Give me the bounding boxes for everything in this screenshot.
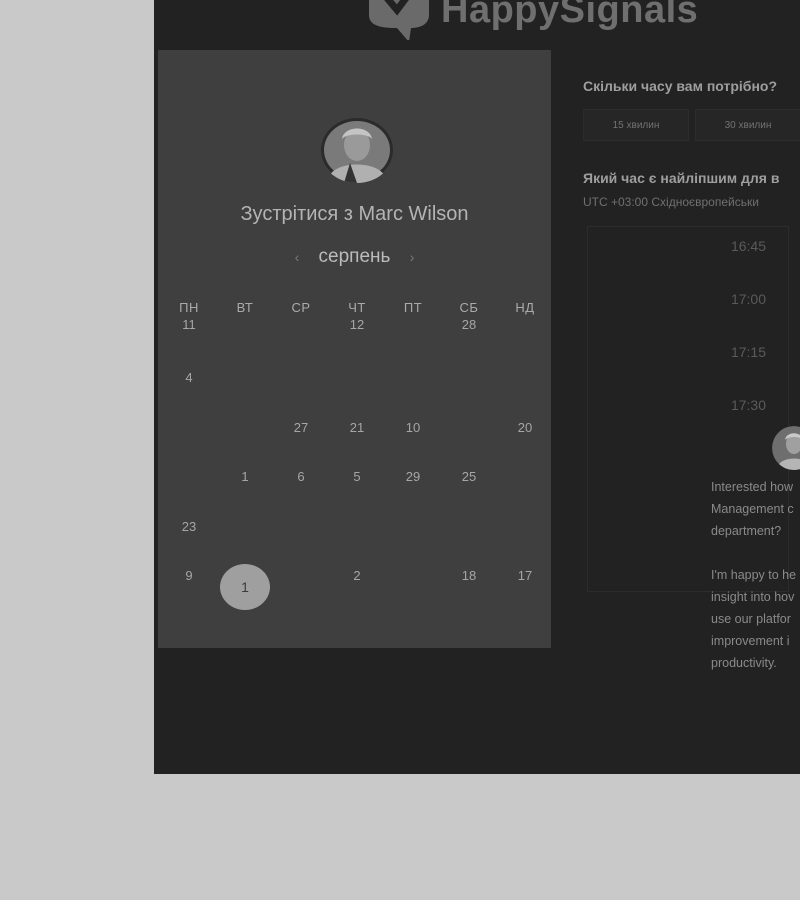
calendar-week-row: 11 12 28 [161, 318, 553, 367]
calendar-day[interactable]: 29 [385, 466, 441, 515]
chat-line: Interested how [711, 480, 793, 494]
time-slot-button[interactable]: 17:00 [588, 284, 788, 314]
calendar-day [217, 318, 273, 367]
calendar-day[interactable]: 6 [273, 466, 329, 515]
weekday-label: ПН [179, 300, 199, 315]
calendar-day [385, 318, 441, 367]
calendar-week-row: 27 21 10 20 [161, 417, 553, 467]
calendar-day[interactable]: 5 [329, 466, 385, 515]
weekday-label: НД [515, 300, 535, 315]
chat-popup[interactable]: Interested how Management c department? … [692, 426, 800, 690]
chat-message: Interested how Management c department? … [711, 476, 800, 674]
chat-line: I'm happy to he [711, 568, 797, 582]
chat-line: department? [711, 524, 782, 538]
month-label: серпень [318, 246, 391, 267]
chat-line: improvement i [711, 634, 790, 648]
chat-line: Management c [711, 502, 794, 516]
calendar-day[interactable]: 17 [497, 565, 553, 614]
chat-line: use our platfor [711, 612, 791, 626]
calendar-day[interactable]: 21 [329, 417, 385, 466]
calendar-day[interactable]: 10 [385, 417, 441, 466]
calendar-day [497, 367, 553, 416]
calendar-week-row: 4 [161, 367, 553, 417]
calendar-day [217, 367, 273, 416]
timezone-label[interactable]: UTC +03:00 Східноєвропейськи [583, 195, 759, 209]
calendar-day [217, 417, 273, 466]
duration-30-button[interactable]: 30 хвилин [695, 109, 800, 141]
weekday-label: СР [291, 300, 311, 315]
chat-line: insight into hov [711, 590, 795, 604]
duration-options: 15 хвилин 30 хвилин [583, 109, 800, 141]
chevron-left-icon[interactable]: ‹ [295, 249, 300, 265]
calendar-day[interactable]: 9 [161, 565, 217, 614]
weekday-label: ЧТ [348, 300, 366, 315]
calendar-day [161, 466, 217, 515]
duration-question: Скільки часу вам потрібно? [583, 78, 778, 94]
calendar-day[interactable]: 4 [161, 367, 217, 416]
calendar-day [273, 516, 329, 565]
selected-day-circle[interactable]: 1 [220, 564, 270, 611]
chat-line: productivity. [711, 656, 777, 670]
speech-bubble-check-icon [369, 0, 429, 40]
calendar-day[interactable]: 20 [497, 417, 553, 466]
calendar-day [329, 367, 385, 416]
weekday-header: ПН ВТ СР ЧТ ПТ СБ НД [161, 300, 553, 315]
weekday-label: СБ [459, 300, 479, 315]
calendar-panel: Зустрітися з Marc Wilson ‹ серпень › ПН … [158, 50, 551, 648]
calendar-day[interactable]: 27 [273, 417, 329, 466]
calendar-day[interactable]: 18 [441, 565, 497, 614]
calendar-day[interactable]: 23 [161, 516, 217, 565]
calendar-day [441, 367, 497, 416]
calendar-day [441, 516, 497, 565]
time-slot-button[interactable]: 16:45 [588, 231, 788, 261]
calendar-day-selected[interactable]: 1 [217, 564, 273, 614]
calendar-day [497, 516, 553, 565]
calendar-week-row: 1 6 5 29 25 [161, 466, 553, 516]
host-avatar [320, 117, 394, 183]
calendar-grid: 11 12 28 4 27 21 10 20 1 6 5 29 25 23 9 1 2 18 17 [161, 318, 553, 615]
calendar-day[interactable]: 1 [217, 466, 273, 515]
calendar-week-row: 23 [161, 516, 553, 566]
scheduler-window: HappySignals Зустрітися з Marc Wilson ‹ … [154, 0, 800, 774]
weekday-label: ВТ [236, 300, 254, 315]
calendar-day [385, 367, 441, 416]
calendar-day[interactable]: 25 [441, 466, 497, 515]
chat-line [711, 542, 800, 564]
weekday-label: ПТ [403, 300, 423, 315]
chevron-right-icon[interactable]: › [410, 249, 415, 265]
calendar-week-row: 9 1 2 18 17 [161, 564, 553, 615]
calendar-day [385, 565, 441, 614]
calendar-day [161, 417, 217, 466]
calendar-day[interactable]: 11 [161, 318, 217, 367]
month-navigation: ‹ серпень › [158, 246, 551, 268]
calendar-day [329, 516, 385, 565]
chat-avatar [772, 426, 800, 470]
calendar-day [273, 318, 329, 367]
calendar-day [217, 516, 273, 565]
calendar-day [273, 367, 329, 416]
booking-options: Скільки часу вам потрібно? 15 хвилин 30 … [583, 78, 800, 592]
brand-logo: HappySignals [359, 0, 698, 40]
calendar-day [273, 565, 329, 614]
calendar-day [497, 318, 553, 367]
calendar-day [385, 516, 441, 565]
calendar-day[interactable]: 12 [329, 318, 385, 367]
time-slot-button[interactable]: 17:30 [588, 390, 788, 420]
calendar-day[interactable]: 2 [329, 565, 385, 614]
brand-name: HappySignals [441, 0, 699, 31]
meeting-title: Зустрітися з Marc Wilson [240, 203, 469, 225]
time-question: Який час є найліпшим для в [583, 170, 780, 186]
calendar-day [497, 466, 553, 515]
duration-15-button[interactable]: 15 хвилин [583, 109, 689, 141]
calendar-day[interactable]: 28 [441, 318, 497, 367]
calendar-day [441, 417, 497, 466]
time-slot-button[interactable]: 17:15 [588, 337, 788, 367]
